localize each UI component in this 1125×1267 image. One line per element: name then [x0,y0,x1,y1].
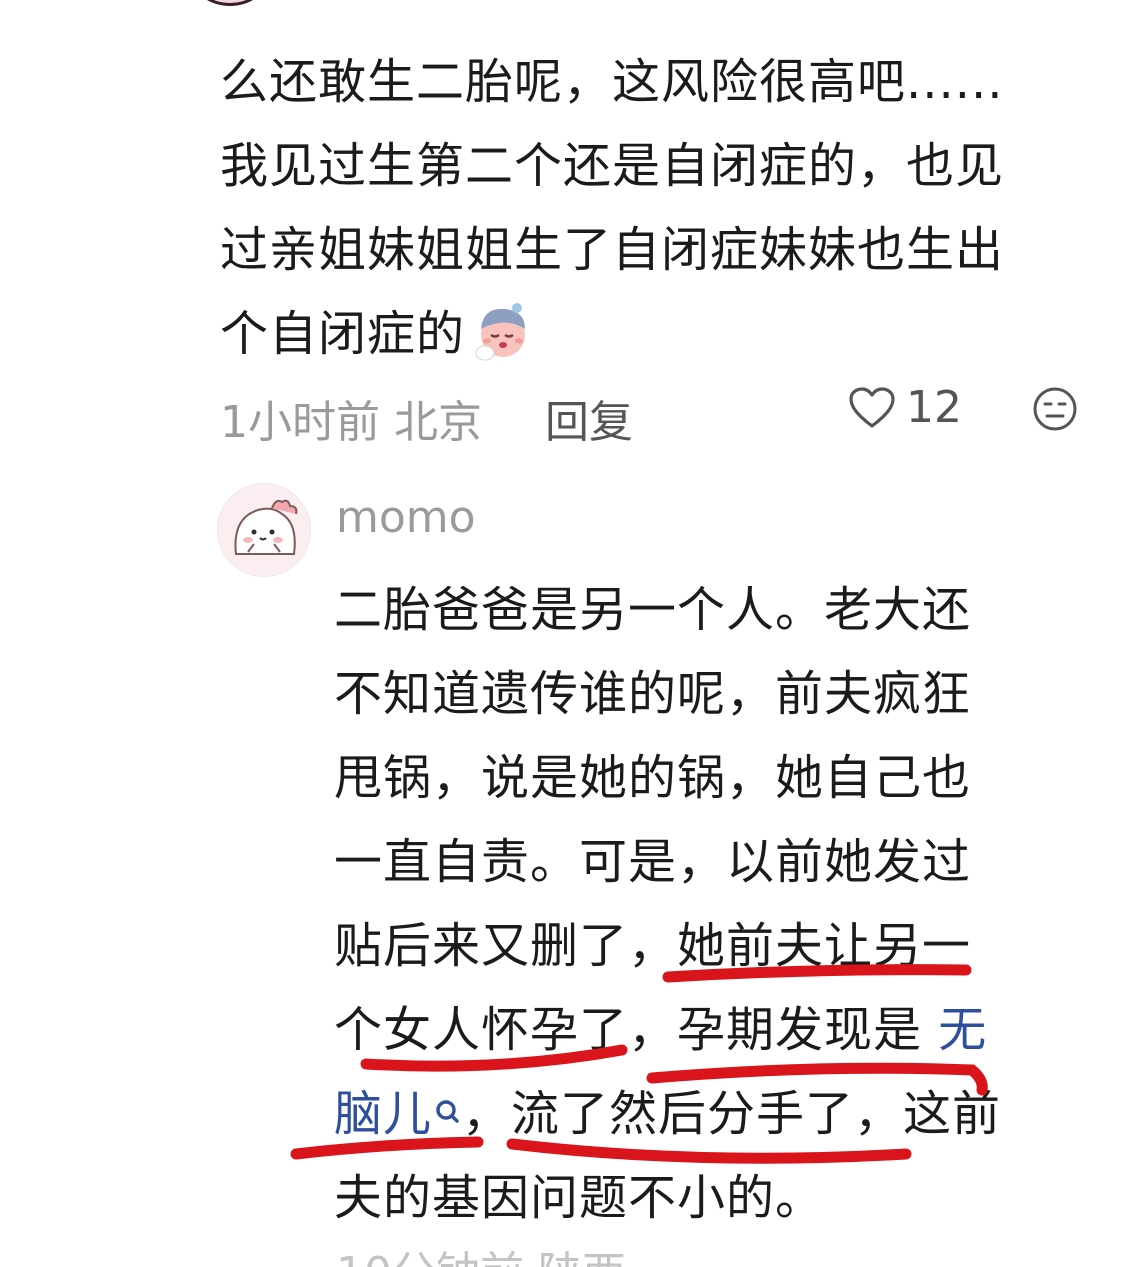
comment-text: 么还敢生二胎呢，这风险很高吧...... 我见过生第二个还是自闭症的，也见 过亲… [220,40,1090,376]
cute-blob-avatar [218,484,310,576]
like-button[interactable]: 12 [848,382,962,433]
comment-meta-row: 1小时前 北京 回复 12 [220,380,1080,448]
reply-text: 二胎爸爸是另一个人。老大还 不知道遗传谁的呢，前夫疯狂 甩锅，说是她的锅，她自己… [334,568,1094,1240]
comment-line: 过亲姐妹姐姐生了自闭症妹妹也生出 [220,222,1005,278]
comment-line: 个自闭症的 [220,306,466,362]
previous-user-avatar[interactable] [190,0,270,6]
avatar[interactable] [218,484,310,576]
reply-button[interactable]: 回复 [545,386,633,450]
comment-line: 我见过生第二个还是自闭症的，也见 [220,138,1005,194]
heart-icon [849,386,895,428]
reply-line: 甩锅，说是她的锅，她自己也 [334,750,972,806]
tired-sticker-icon [469,299,533,363]
reply-line: 夫的基因问题不小的。 [334,1170,825,1226]
reply-line: 二胎爸爸是另一个人。老大还 [334,582,972,638]
search-icon[interactable] [434,1072,462,1156]
comment-time-location: 1小时前 北京 [220,397,482,448]
comment-line: 么还敢生二胎呢，这风险很高吧...... [220,54,1004,110]
unhappy-face-icon [1033,387,1077,431]
reply-line: 不知道遗传谁的呢，前夫疯狂 [334,666,972,722]
comment-line-last: 个自闭症的 [220,292,1090,376]
reply-line-with-link: 个女人怀孕了，孕期发现是 无 [334,988,1094,1072]
reply-line: 贴后来又删了，她前夫让另一 [334,918,972,974]
reply-line-with-link: 脑儿 ，流了然后分手了，这前 [334,1072,1094,1156]
username[interactable]: momo [336,492,476,543]
reply-line: 一直自责。可是，以前她发过 [334,834,972,890]
reply-line-segment: ，流了然后分手了，这前 [462,1086,1002,1142]
dislike-button[interactable] [1032,386,1078,443]
search-term-link-start[interactable]: 无 [938,1002,987,1058]
like-count: 12 [906,382,962,433]
reply-time-location: 10分钟前 陕西 [336,1248,626,1267]
search-term-link[interactable]: 脑儿 [334,1086,432,1142]
reply-line-segment: 个女人怀孕了，孕期发现是 [334,1002,939,1058]
